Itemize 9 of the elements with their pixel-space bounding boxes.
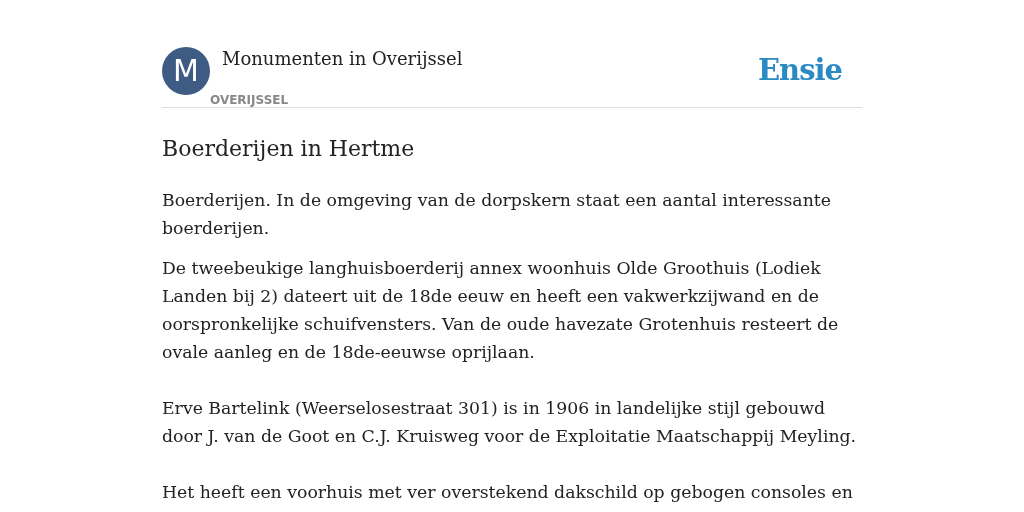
paragraph: Boerderijen. In de omgeving van de dorpskern staat een aantal interessante boerderijen. bbox=[162, 189, 832, 240]
paragraph: Het heeft een voorhuis met ver overstekend dakschild op gebogen consoles en bbox=[162, 481, 854, 504]
logo[interactable]: Ensie bbox=[758, 53, 842, 87]
category-label: OVERIJSSEL bbox=[210, 93, 290, 107]
article-title: Boerderijen in Hertme bbox=[162, 135, 416, 163]
paragraph: Erve Bartelink (Weerselosestraat 301) is in 1906 in landelijke stijl gebouwd door J. van de Goot en C.J. Kruisweg voor de Exploitatie Maatschappij Meyling. bbox=[162, 397, 858, 448]
site-title[interactable]: Monumenten in Overijssel bbox=[222, 47, 758, 71]
paragraph: De tweebeukige langhuisboerderij annex woonhuis Olde Groothuis (Lodiek Landen bij 2) dateert uit de 18de eeuw en heeft een vakwerkzijwand en de oorspronkelijke schuifvensters. Van de oude havezate Grotenhuis resteert de ovale aanleg en de 18de-eeuwse oprijlaan. bbox=[162, 257, 840, 364]
avatar-circle: M bbox=[162, 47, 210, 95]
